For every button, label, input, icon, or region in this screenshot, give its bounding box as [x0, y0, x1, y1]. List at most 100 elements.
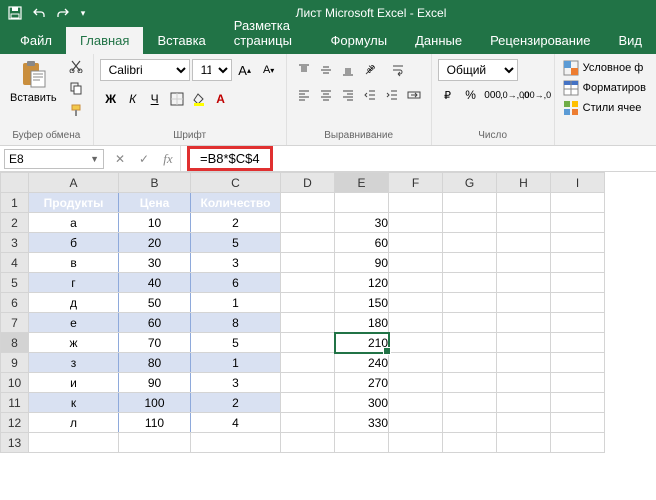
- fill-color-icon[interactable]: [188, 88, 210, 110]
- decrease-font-icon[interactable]: A▾: [258, 59, 280, 81]
- cell-I6[interactable]: [551, 293, 605, 313]
- qat-customize-icon[interactable]: ▾: [76, 2, 90, 24]
- italic-button[interactable]: К: [122, 88, 144, 110]
- col-header-A[interactable]: A: [29, 173, 119, 193]
- cell-E7[interactable]: 180: [335, 313, 389, 333]
- col-header-D[interactable]: D: [281, 173, 335, 193]
- redo-icon[interactable]: [52, 2, 74, 24]
- cell-I7[interactable]: [551, 313, 605, 333]
- tab-data[interactable]: Данные: [401, 27, 476, 54]
- cell-C12[interactable]: 4: [191, 413, 281, 433]
- cell-I3[interactable]: [551, 233, 605, 253]
- row-header-9[interactable]: 9: [1, 353, 29, 373]
- cell-F7[interactable]: [389, 313, 443, 333]
- cell-A4[interactable]: в: [29, 253, 119, 273]
- tab-insert[interactable]: Вставка: [143, 27, 219, 54]
- increase-indent-icon[interactable]: [381, 84, 403, 106]
- percent-icon[interactable]: %: [460, 84, 482, 106]
- cell-B9[interactable]: 80: [119, 353, 191, 373]
- cell-H3[interactable]: [497, 233, 551, 253]
- cell-G12[interactable]: [443, 413, 497, 433]
- spreadsheet-grid[interactable]: ABCDEFGHI1ПродуктыЦенаКоличество2а102303…: [0, 172, 656, 453]
- cell-E9[interactable]: 240: [335, 353, 389, 373]
- row-header-8[interactable]: 8: [1, 333, 29, 353]
- align-right-icon[interactable]: [337, 84, 359, 106]
- cell-B12[interactable]: 110: [119, 413, 191, 433]
- cell-B13[interactable]: [119, 433, 191, 453]
- wrap-text-icon[interactable]: [387, 59, 409, 81]
- cell-C9[interactable]: 1: [191, 353, 281, 373]
- col-header-G[interactable]: G: [443, 173, 497, 193]
- cell-E6[interactable]: 150: [335, 293, 389, 313]
- cell-D7[interactable]: [281, 313, 335, 333]
- cell-D2[interactable]: [281, 213, 335, 233]
- name-box[interactable]: E8 ▼: [4, 149, 104, 169]
- cell-A5[interactable]: г: [29, 273, 119, 293]
- cell-E13[interactable]: [335, 433, 389, 453]
- row-header-6[interactable]: 6: [1, 293, 29, 313]
- cell-D12[interactable]: [281, 413, 335, 433]
- col-header-E[interactable]: E: [335, 173, 389, 193]
- row-header-11[interactable]: 11: [1, 393, 29, 413]
- tab-view[interactable]: Вид: [604, 27, 656, 54]
- tab-formulas[interactable]: Формулы: [317, 27, 402, 54]
- col-header-F[interactable]: F: [389, 173, 443, 193]
- row-header-12[interactable]: 12: [1, 413, 29, 433]
- cell-C4[interactable]: 3: [191, 253, 281, 273]
- cell-H11[interactable]: [497, 393, 551, 413]
- select-all-corner[interactable]: [1, 173, 29, 193]
- cell-I5[interactable]: [551, 273, 605, 293]
- cell-I4[interactable]: [551, 253, 605, 273]
- cell-D6[interactable]: [281, 293, 335, 313]
- cell-F5[interactable]: [389, 273, 443, 293]
- cell-G10[interactable]: [443, 373, 497, 393]
- align-bottom-icon[interactable]: [337, 59, 359, 81]
- cell-B5[interactable]: 40: [119, 273, 191, 293]
- cell-E10[interactable]: 270: [335, 373, 389, 393]
- cell-B3[interactable]: 20: [119, 233, 191, 253]
- cell-G2[interactable]: [443, 213, 497, 233]
- cell-C6[interactable]: 1: [191, 293, 281, 313]
- cell-I9[interactable]: [551, 353, 605, 373]
- cell-E4[interactable]: 90: [335, 253, 389, 273]
- cell-B10[interactable]: 90: [119, 373, 191, 393]
- cell-E3[interactable]: 60: [335, 233, 389, 253]
- cell-A9[interactable]: з: [29, 353, 119, 373]
- cell-H13[interactable]: [497, 433, 551, 453]
- col-header-B[interactable]: B: [119, 173, 191, 193]
- row-header-1[interactable]: 1: [1, 193, 29, 213]
- cell-H9[interactable]: [497, 353, 551, 373]
- conditional-formatting-button[interactable]: Условное ф: [561, 59, 648, 77]
- cell-I13[interactable]: [551, 433, 605, 453]
- cell-D9[interactable]: [281, 353, 335, 373]
- tab-review[interactable]: Рецензирование: [476, 27, 604, 54]
- cut-icon[interactable]: [65, 56, 87, 76]
- number-format-select[interactable]: Общий: [438, 59, 518, 81]
- cell-I12[interactable]: [551, 413, 605, 433]
- cell-A7[interactable]: е: [29, 313, 119, 333]
- cell-H6[interactable]: [497, 293, 551, 313]
- cell-C8[interactable]: 5: [191, 333, 281, 353]
- cell-E11[interactable]: 300: [335, 393, 389, 413]
- cell-B11[interactable]: 100: [119, 393, 191, 413]
- cell-F6[interactable]: [389, 293, 443, 313]
- cell-D3[interactable]: [281, 233, 335, 253]
- save-icon[interactable]: [4, 2, 26, 24]
- cell-G4[interactable]: [443, 253, 497, 273]
- cell-F9[interactable]: [389, 353, 443, 373]
- col-header-H[interactable]: H: [497, 173, 551, 193]
- cell-G11[interactable]: [443, 393, 497, 413]
- cell-F13[interactable]: [389, 433, 443, 453]
- name-box-dropdown-icon[interactable]: ▼: [90, 154, 99, 164]
- cell-styles-button[interactable]: Стили ячее: [561, 99, 648, 117]
- cell-A2[interactable]: а: [29, 213, 119, 233]
- cell-B1[interactable]: Цена: [119, 193, 191, 213]
- align-middle-icon[interactable]: [315, 59, 337, 81]
- enter-formula-icon[interactable]: ✓: [132, 149, 156, 169]
- cell-C10[interactable]: 3: [191, 373, 281, 393]
- borders-icon[interactable]: [166, 88, 188, 110]
- cell-E12[interactable]: 330: [335, 413, 389, 433]
- cell-H8[interactable]: [497, 333, 551, 353]
- align-left-icon[interactable]: [293, 84, 315, 106]
- tab-page-layout[interactable]: Разметка страницы: [220, 12, 317, 54]
